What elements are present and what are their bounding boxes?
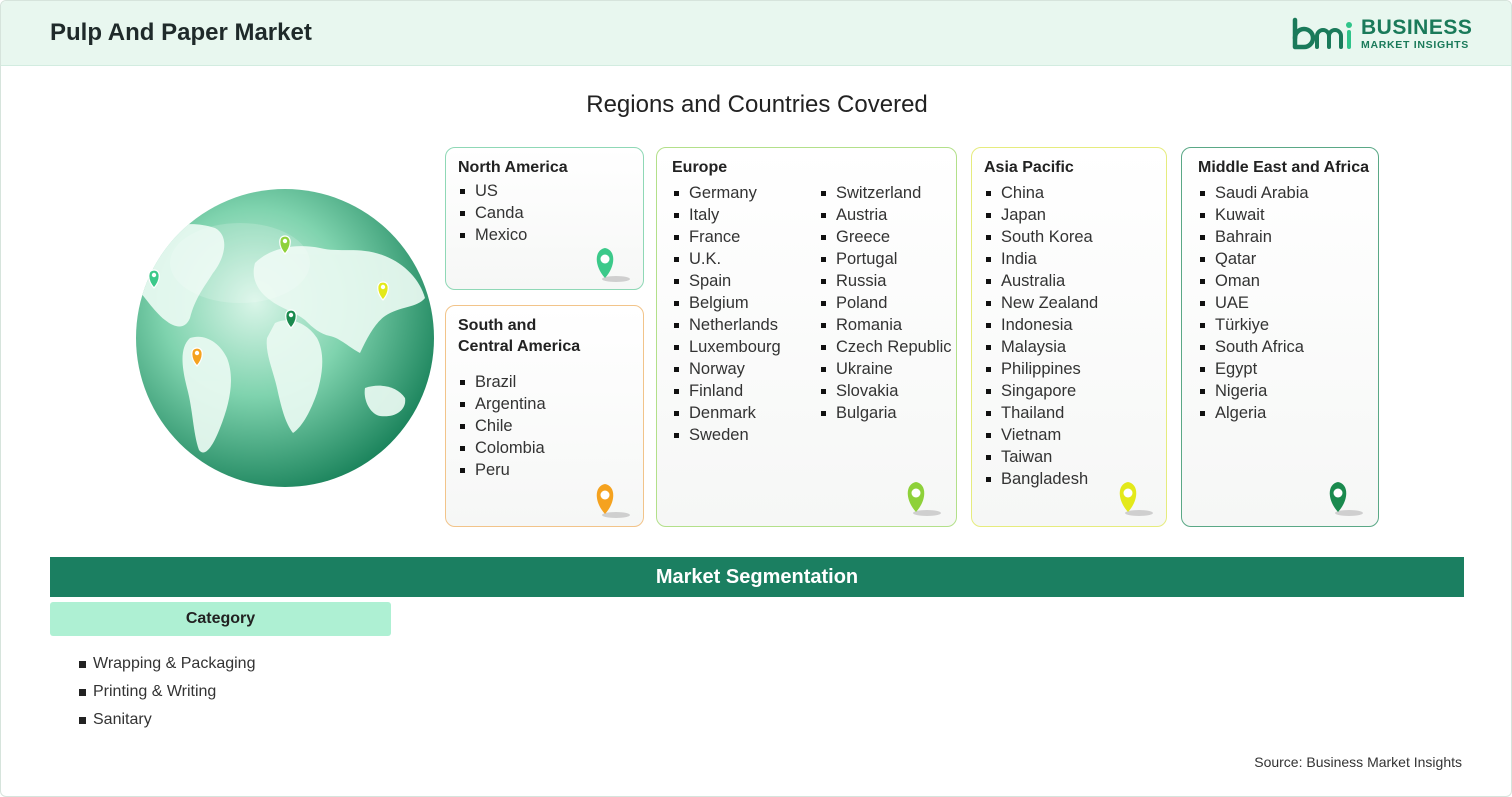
list-item: Singapore — [984, 380, 1098, 402]
list-item: Sweden — [672, 424, 781, 446]
location-pin-icon — [596, 248, 630, 282]
list-item: Finland — [672, 380, 781, 402]
logo-text-business: BUSINESS — [1361, 16, 1473, 39]
list-item: Slovakia — [819, 380, 952, 402]
region-title-line2: Central America — [458, 338, 581, 355]
list-item: Russia — [819, 270, 952, 292]
list-item: Türkiye — [1198, 314, 1309, 336]
list-item: Colombia — [458, 437, 546, 459]
region-card-europe: Europe Germany Italy France U.K. Spain B… — [656, 147, 957, 527]
list-item: U.K. — [672, 248, 781, 270]
list-item: Indonesia — [984, 314, 1098, 336]
list-item: Algeria — [1198, 402, 1309, 424]
list-item: Portugal — [819, 248, 952, 270]
list-item: Netherlands — [672, 314, 781, 336]
region-title-line1: South and — [458, 317, 537, 334]
list-item: Mexico — [458, 224, 527, 246]
list-item: South Korea — [984, 226, 1098, 248]
list-item: Egypt — [1198, 358, 1309, 380]
location-pin-icon — [907, 482, 941, 516]
region-title: Middle East and Africa — [1198, 159, 1369, 176]
list-item: Sanitary — [79, 709, 255, 737]
region-card-south-central-america: South and Central America Brazil Argenti… — [445, 305, 644, 527]
country-list: China Japan South Korea India Australia … — [984, 182, 1098, 490]
list-item: Qatar — [1198, 248, 1309, 270]
list-item: Peru — [458, 459, 546, 481]
list-item: South Africa — [1198, 336, 1309, 358]
list-item: Vietnam — [984, 424, 1098, 446]
category-list: Wrapping & Packaging Printing & Writing … — [79, 653, 255, 737]
market-segmentation-bar: Market Segmentation — [50, 557, 1464, 597]
country-list: Saudi Arabia Kuwait Bahrain Qatar Oman U… — [1198, 182, 1309, 424]
source-note: Source: Business Market Insights — [1254, 754, 1462, 770]
region-title: North America — [458, 159, 568, 176]
list-item: Greece — [819, 226, 952, 248]
region-card-asia-pacific: Asia Pacific China Japan South Korea Ind… — [971, 147, 1167, 527]
location-pin-icon — [1119, 482, 1153, 516]
list-item: Japan — [984, 204, 1098, 226]
list-item: India — [984, 248, 1098, 270]
country-list-col1: Germany Italy France U.K. Spain Belgium … — [672, 182, 781, 446]
list-item: Ukraine — [819, 358, 952, 380]
region-title: Asia Pacific — [984, 159, 1074, 176]
list-item: UAE — [1198, 292, 1309, 314]
regions-title: Regions and Countries Covered — [586, 91, 928, 118]
list-item: Printing & Writing — [79, 681, 255, 709]
globe-icon — [136, 189, 434, 487]
list-item: Nigeria — [1198, 380, 1309, 402]
list-item: Thailand — [984, 402, 1098, 424]
location-pin-icon — [1329, 482, 1363, 516]
region-title: Europe — [672, 159, 728, 176]
list-item: France — [672, 226, 781, 248]
list-item: Spain — [672, 270, 781, 292]
list-item: Argentina — [458, 393, 546, 415]
list-item: Kuwait — [1198, 204, 1309, 226]
logo-text-market-insights: MARKET INSIGHTS — [1361, 39, 1469, 51]
list-item: Switzerland — [819, 182, 952, 204]
list-item: Australia — [984, 270, 1098, 292]
list-item: Bulgaria — [819, 402, 952, 424]
list-item: Saudi Arabia — [1198, 182, 1309, 204]
list-item: Romania — [819, 314, 952, 336]
list-item: Italy — [672, 204, 781, 226]
list-item: Norway — [672, 358, 781, 380]
list-item: Bangladesh — [984, 468, 1098, 490]
country-list: US Canda Mexico — [458, 180, 527, 246]
list-item: Chile — [458, 415, 546, 437]
list-item: Brazil — [458, 371, 546, 393]
list-item: Wrapping & Packaging — [79, 653, 255, 681]
region-card-north-america: North America US Canda Mexico — [445, 147, 644, 290]
list-item: Czech Republic — [819, 336, 952, 358]
list-item: Belgium — [672, 292, 781, 314]
list-item: China — [984, 182, 1098, 204]
list-item: Malaysia — [984, 336, 1098, 358]
header-bar: Pulp And Paper Market BUSINESS MARKET IN… — [1, 1, 1511, 66]
company-logo: BUSINESS MARKET INSIGHTS — [1291, 16, 1473, 52]
list-item: Denmark — [672, 402, 781, 424]
list-item: Philippines — [984, 358, 1098, 380]
page-title: Pulp And Paper Market — [50, 19, 312, 46]
region-title: South and Central America — [458, 315, 580, 357]
list-item: US — [458, 180, 527, 202]
list-item: New Zealand — [984, 292, 1098, 314]
list-item: Canda — [458, 202, 527, 224]
list-item: Bahrain — [1198, 226, 1309, 248]
list-item: Poland — [819, 292, 952, 314]
location-pin-icon — [596, 484, 630, 518]
list-item: Austria — [819, 204, 952, 226]
list-item: Oman — [1198, 270, 1309, 292]
infographic-frame: Pulp And Paper Market BUSINESS MARKET IN… — [0, 0, 1512, 797]
bmi-logo-icon — [1292, 17, 1352, 50]
list-item: Taiwan — [984, 446, 1098, 468]
list-item: Germany — [672, 182, 781, 204]
country-list-col2: Switzerland Austria Greece Portugal Russ… — [819, 182, 952, 424]
region-card-middle-east-africa: Middle East and Africa Saudi Arabia Kuwa… — [1181, 147, 1379, 527]
list-item: Luxembourg — [672, 336, 781, 358]
category-tab: Category — [50, 602, 391, 636]
country-list: Brazil Argentina Chile Colombia Peru — [458, 371, 546, 481]
